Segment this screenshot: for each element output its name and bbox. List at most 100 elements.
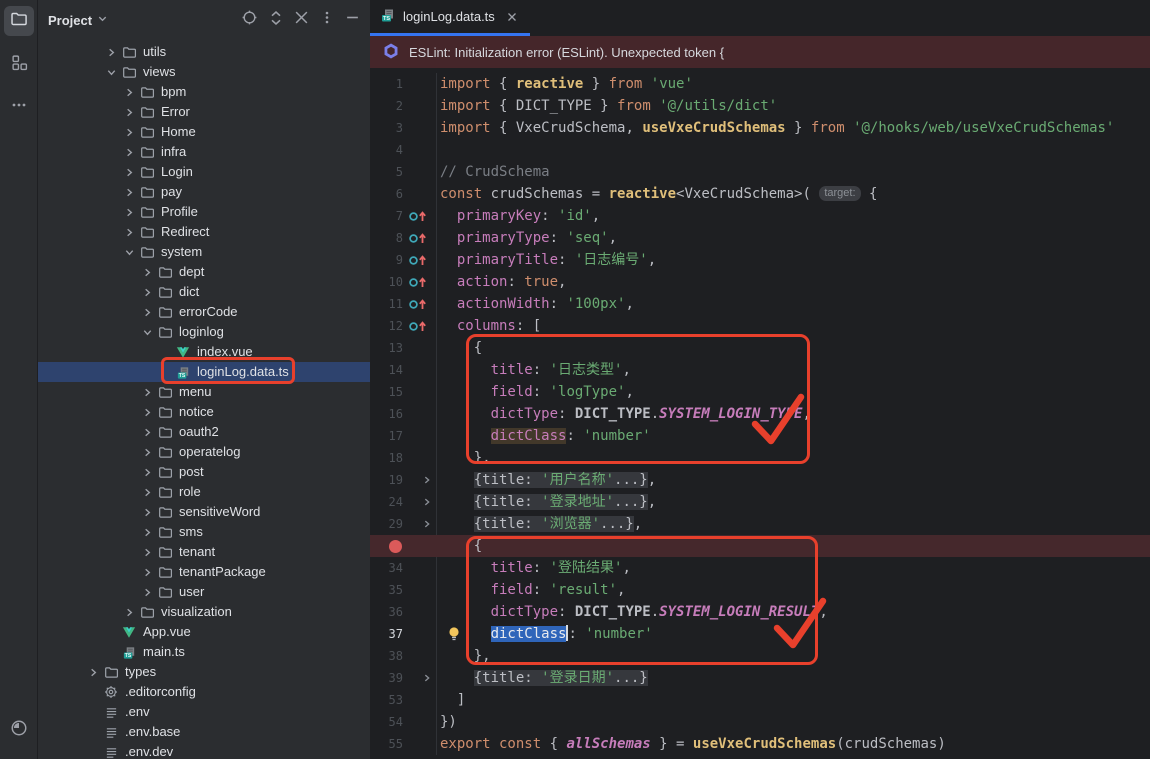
chevron-right-icon[interactable] [85, 667, 102, 678]
code-line-5[interactable]: 5// CrudSchema [370, 161, 1150, 183]
tree-item-errorcode[interactable]: errorCode [38, 302, 370, 322]
code-line-19[interactable]: 19 {title: '用户名称'...}, [370, 469, 1150, 491]
tree-item-tenant[interactable]: tenant [38, 542, 370, 562]
chevron-right-icon[interactable] [139, 287, 156, 298]
tree-item-loginlog-data-ts[interactable]: TSloginLog.data.ts [38, 362, 370, 382]
tree-item-profile[interactable]: Profile [38, 202, 370, 222]
code-line-13[interactable]: 13 { [370, 337, 1150, 359]
gutter-line-number[interactable]: 36 [370, 601, 406, 623]
chevron-right-icon[interactable] [121, 607, 138, 618]
gutter-line-number[interactable]: 38 [370, 645, 406, 667]
gutter-line-number[interactable]: 10 [370, 271, 406, 293]
fold-expand-icon[interactable] [422, 497, 432, 507]
gutter-line-number[interactable]: 4 [370, 139, 406, 161]
code-line-54[interactable]: 54}) [370, 711, 1150, 733]
breakpoint-icon[interactable] [389, 540, 402, 553]
tree-item--editorconfig[interactable]: .editorconfig [38, 682, 370, 702]
code-line-6[interactable]: 6const crudSchemas = reactive<VxeCrudSch… [370, 183, 1150, 205]
chevron-right-icon[interactable] [121, 207, 138, 218]
code-line-55[interactable]: 55export const { allSchemas } = useVxeCr… [370, 733, 1150, 755]
code-editor[interactable]: 1import { reactive } from 'vue'2import {… [370, 68, 1150, 759]
chevron-down-icon[interactable] [121, 247, 138, 258]
code-line-39[interactable]: 39 {title: '登录日期'...} [370, 667, 1150, 689]
tree-item-loginlog[interactable]: loginlog [38, 322, 370, 342]
chevron-right-icon[interactable] [103, 47, 120, 58]
tree-item-menu[interactable]: menu [38, 382, 370, 402]
code-line-17[interactable]: 17 dictClass: 'number' [370, 425, 1150, 447]
chevron-right-icon[interactable] [121, 107, 138, 118]
gutter-line-number[interactable]: 19 [370, 469, 406, 491]
overridden-property-icon[interactable] [408, 210, 428, 223]
code-line-breakpoint[interactable]: { [370, 535, 1150, 557]
code-line-36[interactable]: 36 dictType: DICT_TYPE.SYSTEM_LOGIN_RESU… [370, 601, 1150, 623]
chevron-right-icon[interactable] [139, 587, 156, 598]
code-line-16[interactable]: 16 dictType: DICT_TYPE.SYSTEM_LOGIN_TYPE… [370, 403, 1150, 425]
gutter-line-number[interactable]: 2 [370, 95, 406, 117]
code-line-35[interactable]: 35 field: 'result', [370, 579, 1150, 601]
gutter-line-number[interactable]: 13 [370, 337, 406, 359]
select-opened-file-icon[interactable] [241, 9, 258, 31]
overridden-property-icon[interactable] [408, 298, 428, 311]
gutter-line-number[interactable]: 11 [370, 293, 406, 315]
tree-item-pay[interactable]: pay [38, 182, 370, 202]
tree-item-post[interactable]: post [38, 462, 370, 482]
tree-item--env[interactable]: .env [38, 702, 370, 722]
chevron-right-icon[interactable] [139, 467, 156, 478]
tree-item-oauth2[interactable]: oauth2 [38, 422, 370, 442]
tree-item-types[interactable]: types [38, 662, 370, 682]
code-line-38[interactable]: 38 }, [370, 645, 1150, 667]
overridden-property-icon[interactable] [408, 320, 428, 333]
chevron-right-icon[interactable] [139, 447, 156, 458]
collapse-all-icon[interactable] [294, 10, 309, 30]
hide-panel-icon[interactable] [345, 10, 360, 30]
options-icon[interactable] [320, 10, 334, 30]
gutter-line-number[interactable]: 18 [370, 447, 406, 469]
code-line-37[interactable]: 37 dictClass: 'number' [370, 623, 1150, 645]
code-line-8[interactable]: 8 primaryType: 'seq', [370, 227, 1150, 249]
gutter-line-number[interactable]: 6 [370, 183, 406, 205]
gutter-line-number[interactable]: 12 [370, 315, 406, 337]
expand-all-icon[interactable] [269, 10, 283, 31]
chevron-right-icon[interactable] [139, 547, 156, 558]
tree-item--env-dev[interactable]: .env.dev [38, 742, 370, 759]
chevron-right-icon[interactable] [139, 387, 156, 398]
tree-item-home[interactable]: Home [38, 122, 370, 142]
code-line-18[interactable]: 18 }, [370, 447, 1150, 469]
chevron-right-icon[interactable] [139, 407, 156, 418]
chevron-right-icon[interactable] [139, 507, 156, 518]
gutter-line-number[interactable]: 16 [370, 403, 406, 425]
chevron-right-icon[interactable] [121, 167, 138, 178]
gutter-line-number[interactable]: 1 [370, 73, 406, 95]
gutter-line-number[interactable]: 15 [370, 381, 406, 403]
overridden-property-icon[interactable] [408, 232, 428, 245]
gutter-line-number[interactable] [370, 535, 406, 557]
gutter-line-number[interactable]: 7 [370, 205, 406, 227]
more-tools-button[interactable] [4, 92, 34, 122]
overridden-property-icon[interactable] [408, 254, 428, 267]
tree-item-sensitiveword[interactable]: sensitiveWord [38, 502, 370, 522]
tree-item-notice[interactable]: notice [38, 402, 370, 422]
chevron-right-icon[interactable] [139, 427, 156, 438]
gutter-line-number[interactable]: 8 [370, 227, 406, 249]
chevron-down-icon[interactable] [97, 11, 108, 29]
chevron-right-icon[interactable] [139, 267, 156, 278]
code-line-24[interactable]: 24 {title: '登录地址'...}, [370, 491, 1150, 513]
code-line-3[interactable]: 3import { VxeCrudSchema, useVxeCrudSchem… [370, 117, 1150, 139]
fold-expand-icon[interactable] [422, 519, 432, 529]
overridden-property-icon[interactable] [408, 276, 428, 289]
gutter-line-number[interactable]: 39 [370, 667, 406, 689]
project-tool-button[interactable] [4, 6, 34, 36]
tree-item-error[interactable]: Error [38, 102, 370, 122]
tree-item-visualization[interactable]: visualization [38, 602, 370, 622]
tree-item-system[interactable]: system [38, 242, 370, 262]
tree-item-login[interactable]: Login [38, 162, 370, 182]
chevron-right-icon[interactable] [139, 527, 156, 538]
gutter-line-number[interactable]: 54 [370, 711, 406, 733]
chevron-right-icon[interactable] [121, 187, 138, 198]
chevron-right-icon[interactable] [139, 487, 156, 498]
code-line-53[interactable]: 53 ] [370, 689, 1150, 711]
tree-item-user[interactable]: user [38, 582, 370, 602]
chevron-right-icon[interactable] [139, 567, 156, 578]
gutter-line-number[interactable]: 37 [370, 623, 406, 645]
chevron-down-icon[interactable] [139, 327, 156, 338]
